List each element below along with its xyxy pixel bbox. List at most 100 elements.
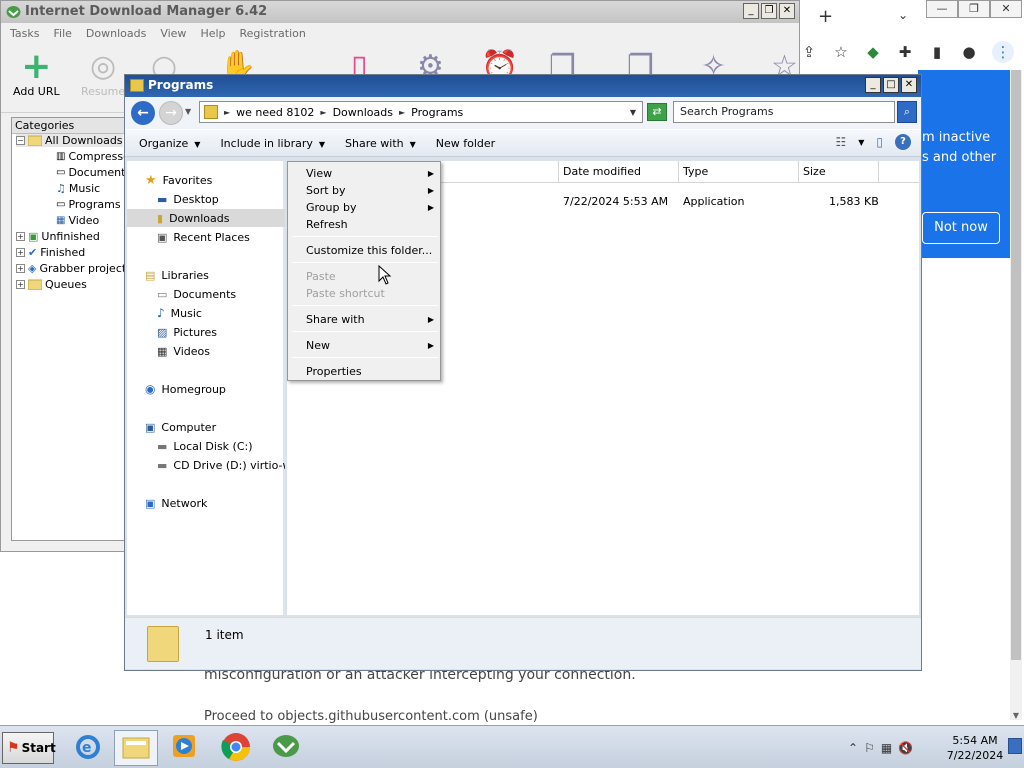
taskbar-explorer[interactable] [114, 730, 158, 766]
chrome-menu-icon[interactable]: ⋮ [992, 41, 1014, 63]
explorer-close-button[interactable]: ✕ [901, 77, 917, 93]
column-header-size[interactable]: Size [799, 161, 879, 183]
breadcrumb-programs[interactable]: Programs [411, 106, 463, 119]
bookmark-star-icon[interactable]: ☆ [832, 43, 850, 61]
address-dropdown-icon[interactable]: ▼ [630, 108, 636, 117]
include-in-library-button[interactable]: Include in library ▼ [220, 137, 325, 150]
category-programs[interactable]: ▭ Programs [56, 198, 121, 211]
show-hidden-icons-icon[interactable]: ⌃ [848, 741, 858, 755]
network-tray-icon[interactable]: ▦ [881, 741, 892, 755]
share-icon[interactable]: ⇪ [800, 43, 818, 61]
chrome-minimize-button[interactable]: — [926, 0, 958, 18]
menu-downloads[interactable]: Downloads [86, 27, 146, 40]
chrome-close-button[interactable]: ✕ [990, 0, 1022, 18]
explorer-minimize-button[interactable]: _ [865, 77, 881, 93]
expand-icon[interactable]: + [16, 248, 25, 257]
idm-minimize-button[interactable]: _ [743, 3, 759, 19]
menu-tasks[interactable]: Tasks [10, 27, 39, 40]
chrome-scrollbar[interactable]: ▼ [1010, 70, 1022, 720]
explorer-maximize-button[interactable]: □ [883, 77, 899, 93]
action-center-flag-icon[interactable]: ⚐ [864, 741, 875, 755]
back-arrow-icon[interactable]: ← [131, 101, 155, 125]
add-url-button[interactable]: + Add URL [13, 49, 60, 99]
view-options-icon[interactable]: ☷ [835, 135, 846, 149]
history-dropdown-icon[interactable]: ▼ [185, 107, 191, 116]
refresh-icon[interactable]: ⇄ [647, 103, 667, 121]
menu-item-group-by[interactable]: Group by ▶ [290, 199, 440, 216]
category-video[interactable]: ▦ Video [56, 214, 99, 227]
taskbar-chrome[interactable] [214, 730, 258, 766]
category-grabber-projects[interactable]: + ◈ Grabber projects [16, 262, 132, 275]
tab-search-button[interactable]: ⌄ [898, 8, 908, 22]
collapse-icon[interactable]: − [16, 136, 25, 145]
nav-cd-drive[interactable]: ▬ CD Drive (D:) virtio-win [157, 456, 285, 474]
chevron-right-icon[interactable]: ► [224, 108, 230, 117]
nav-homegroup[interactable]: ◉ Homegroup [145, 380, 226, 398]
menu-view[interactable]: View [160, 27, 186, 40]
share-with-button[interactable]: Share with ▼ [345, 137, 416, 150]
scrollbar-thumb[interactable] [1011, 70, 1021, 660]
help-icon[interactable]: ? [895, 134, 911, 150]
volume-muted-icon[interactable]: 🔇 [898, 741, 913, 755]
category-unfinished[interactable]: + ▣ Unfinished [16, 230, 100, 243]
system-clock[interactable]: 5:54 AM 7/22/2024 [946, 733, 1004, 763]
scroll-down-arrow-icon[interactable]: ▼ [1010, 711, 1022, 720]
menu-item-properties[interactable]: Properties [290, 363, 440, 380]
proceed-unsafe-link[interactable]: Proceed to objects.githubusercontent.com… [204, 709, 804, 724]
organize-button[interactable]: Organize ▼ [139, 137, 200, 150]
taskbar-media-player[interactable] [162, 730, 206, 766]
start-button[interactable]: ⚑ Start [2, 732, 56, 764]
menu-help[interactable]: Help [200, 27, 225, 40]
preview-pane-icon[interactable]: ▯ [876, 135, 883, 149]
nav-documents[interactable]: ▭ Documents [157, 285, 236, 303]
search-icon[interactable]: ⌕ [897, 101, 917, 123]
extensions-puzzle-icon[interactable]: ✚ [896, 43, 914, 61]
menu-file[interactable]: File [53, 27, 71, 40]
nav-computer[interactable]: ▣ Computer [145, 418, 216, 436]
idm-extension-icon[interactable]: ◆ [864, 43, 882, 61]
expand-icon[interactable]: + [16, 232, 25, 241]
menu-item-view[interactable]: View ▶ [290, 165, 440, 182]
idm-restore-button[interactable]: ❐ [761, 3, 777, 19]
nav-videos[interactable]: ▦ Videos [157, 342, 210, 360]
category-queues[interactable]: + Queues [16, 278, 87, 291]
chevron-right-icon[interactable]: ► [320, 108, 326, 117]
menu-item-new[interactable]: New ▶ [290, 337, 440, 354]
show-desktop-button[interactable] [1008, 738, 1022, 754]
breadcrumb-user[interactable]: we need 8102 [236, 106, 314, 119]
nav-network[interactable]: ▣ Network [145, 494, 207, 512]
nav-local-disk[interactable]: ▬ Local Disk (C:) [157, 437, 253, 455]
category-finished[interactable]: + ✔ Finished [16, 246, 85, 259]
chevron-right-icon[interactable]: ► [399, 108, 405, 117]
nav-pictures[interactable]: ▨ Pictures [157, 323, 217, 341]
category-documents[interactable]: ▭ Documents [56, 166, 131, 179]
taskbar-idm[interactable] [264, 730, 308, 766]
column-header-date[interactable]: Date modified [559, 161, 679, 183]
menu-item-refresh[interactable]: Refresh [290, 216, 440, 233]
forward-arrow-icon[interactable]: → [159, 101, 183, 125]
not-now-button[interactable]: Not now [922, 212, 1000, 244]
resume-button[interactable]: ◎ Resume [81, 49, 125, 98]
nav-libraries[interactable]: ▤ Libraries [145, 266, 209, 284]
search-input[interactable]: Search Programs [673, 101, 895, 123]
menu-item-sort-by[interactable]: Sort by ▶ [290, 182, 440, 199]
taskbar-ie[interactable]: e [66, 730, 110, 766]
nav-recent-places[interactable]: ▣ Recent Places [157, 228, 250, 246]
expand-icon[interactable]: + [16, 264, 25, 273]
column-header-type[interactable]: Type [679, 161, 799, 183]
menu-item-customize[interactable]: Customize this folder... [290, 242, 440, 259]
new-folder-button[interactable]: New folder [436, 137, 495, 150]
nav-favorites[interactable]: ★ Favorites [145, 171, 212, 189]
category-music[interactable]: ♫ Music [56, 182, 100, 195]
breadcrumb-downloads[interactable]: Downloads [333, 106, 393, 119]
category-all-downloads[interactable]: − All Downloads [16, 134, 123, 147]
address-bar[interactable]: ► we need 8102 ► Downloads ► Programs ▼ [199, 101, 643, 123]
nav-desktop[interactable]: ▬ Desktop [157, 190, 219, 208]
profile-icon[interactable]: ● [960, 43, 978, 61]
chrome-restore-button[interactable]: ❐ [958, 0, 990, 18]
view-dropdown-icon[interactable]: ▼ [858, 138, 864, 147]
new-tab-button[interactable]: + [818, 6, 833, 27]
menu-registration[interactable]: Registration [240, 27, 306, 40]
idm-close-button[interactable]: ✕ [779, 3, 795, 19]
expand-icon[interactable]: + [16, 280, 25, 289]
